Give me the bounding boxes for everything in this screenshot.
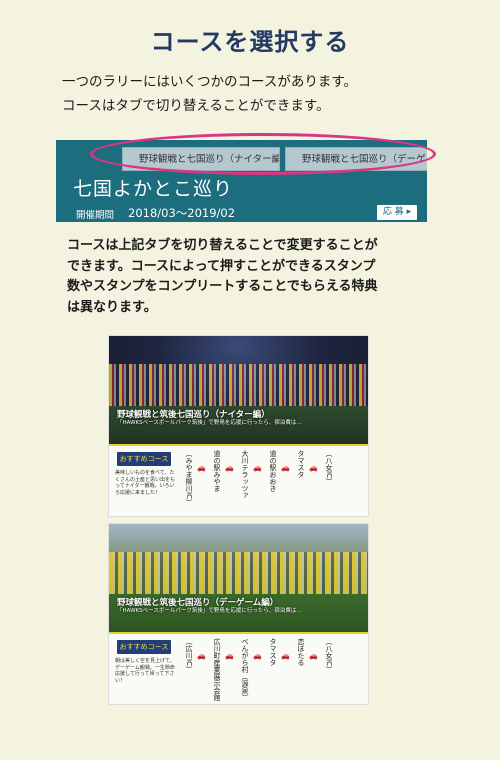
- intro-text: 一つのラリーにはいくつかのコースがあります。 コースはタブで切り替えることができ…: [62, 70, 462, 118]
- recommended-text: 美味しいものを食べて、たくさんの土産と思い出をもってナイター観戦。いろいろ応援に…: [115, 470, 176, 496]
- description-line: できます。コースによって押すことができるスタンプ: [67, 258, 376, 274]
- route-stop: タマスタ: [297, 450, 305, 478]
- apply-button[interactable]: 応 募 ▸: [377, 205, 417, 220]
- crowd-image: [109, 364, 368, 406]
- car-icon: 🚗: [309, 464, 318, 472]
- car-icon: 🚗: [281, 652, 290, 660]
- intro-line: コースはタブで切り替えることができます。: [62, 98, 330, 114]
- route-stop: べんがら村（源泉）: [241, 638, 249, 701]
- course-title: 野球観戦と筑後七国巡り（デーゲーム編）: [117, 598, 279, 608]
- route-stop: （広川IC）: [185, 638, 193, 673]
- description-line: は異なります。: [67, 299, 157, 315]
- route-stop: （みやま柳川IC）: [185, 450, 193, 506]
- route-stops: （広川IC） 🚗 広川町産業展示会館 🚗 べんがら村（源泉） 🚗 タマスタ 🚗 …: [181, 638, 364, 702]
- car-icon: 🚗: [197, 464, 206, 472]
- car-icon: 🚗: [197, 652, 206, 660]
- car-icon: 🚗: [225, 464, 234, 472]
- tab-night-course[interactable]: 野球観戦と七国巡り（ナイター編）: [122, 147, 280, 171]
- route-section: おすすめコース 朝は美しく空を見上げて、デーゲーム観戦。一生懸命応援して行って帰…: [109, 632, 368, 704]
- route-stop: （八女IC）: [325, 638, 333, 673]
- tab-day-course[interactable]: 野球観戦と七国巡り（デーゲ: [285, 147, 427, 171]
- stadium-night-photo: 野球観戦と筑後七国巡り（ナイター編） 「HAWKSベースボールパーク筑後」で野鳥…: [109, 336, 368, 444]
- car-icon: 🚗: [281, 464, 290, 472]
- description-line: コースは上記タブを切り替えることで変更することが: [67, 238, 378, 253]
- route-stop: 道の駅おおき: [269, 450, 277, 492]
- route-section: おすすめコース 美味しいものを食べて、たくさんの土産と思い出をもってナイター観戦…: [109, 444, 368, 516]
- course-card-day: 野球観戦と筑後七国巡り（デーゲーム編） 「HAWKSベースボールパーク筑後」で野…: [109, 524, 368, 704]
- description-line: 数やスタンプをコンプリートすることでもらえる特典: [67, 279, 378, 294]
- recommended-text: 朝は美しく空を見上げて、デーゲーム観戦。一生懸命応援して行って帰って下さい！: [115, 658, 175, 684]
- period-value: 2018/03〜2019/02: [128, 206, 236, 220]
- route-stops: （みやま柳川IC） 🚗 道の駅みやま 🚗 大川テラッツァ 🚗 道の駅おおき 🚗 …: [181, 450, 364, 514]
- route-stop: 恋ぼたる: [297, 638, 305, 666]
- intro-line: 一つのラリーにはいくつかのコースがあります。: [62, 74, 357, 90]
- car-icon: 🚗: [225, 652, 234, 660]
- crowd-image: [109, 552, 368, 594]
- period-label: 開催期間: [76, 210, 115, 221]
- route-stop: 大川テラッツァ: [241, 450, 249, 499]
- course-summary: 「HAWKSベースボールパーク筑後」で野鳥を応援に行ったら、宿泊費は…: [117, 608, 302, 614]
- car-icon: 🚗: [253, 464, 262, 472]
- rally-title: 七国よかとこ巡り: [73, 178, 234, 200]
- description-text: コースは上記タブを切り替えることで変更することが できます。コースによって押すこ…: [67, 236, 447, 318]
- route-stop: （八女IC）: [325, 450, 333, 485]
- route-stop: 広川町産業展示会館: [213, 638, 221, 701]
- page-title: コースを選択する: [150, 28, 350, 56]
- rally-tab-panel: 野球観戦と七国巡り（ナイター編） 野球観戦と七国巡り（デーゲ 七国よかとこ巡り …: [56, 140, 427, 222]
- recommended-badge: おすすめコース: [117, 452, 171, 466]
- course-card-night: 野球観戦と筑後七国巡り（ナイター編） 「HAWKSベースボールパーク筑後」で野鳥…: [109, 336, 368, 516]
- course-summary: 「HAWKSベースボールパーク筑後」で野鳥を応援に行ったら、宿泊費は…: [117, 420, 302, 426]
- route-stop: 道の駅みやま: [213, 450, 221, 492]
- course-title: 野球観戦と筑後七国巡り（ナイター編）: [117, 410, 270, 420]
- stadium-day-photo: 野球観戦と筑後七国巡り（デーゲーム編） 「HAWKSベースボールパーク筑後」で野…: [109, 524, 368, 632]
- car-icon: 🚗: [309, 652, 318, 660]
- car-icon: 🚗: [253, 652, 262, 660]
- route-stop: タマスタ: [269, 638, 277, 666]
- recommended-badge: おすすめコース: [117, 640, 171, 654]
